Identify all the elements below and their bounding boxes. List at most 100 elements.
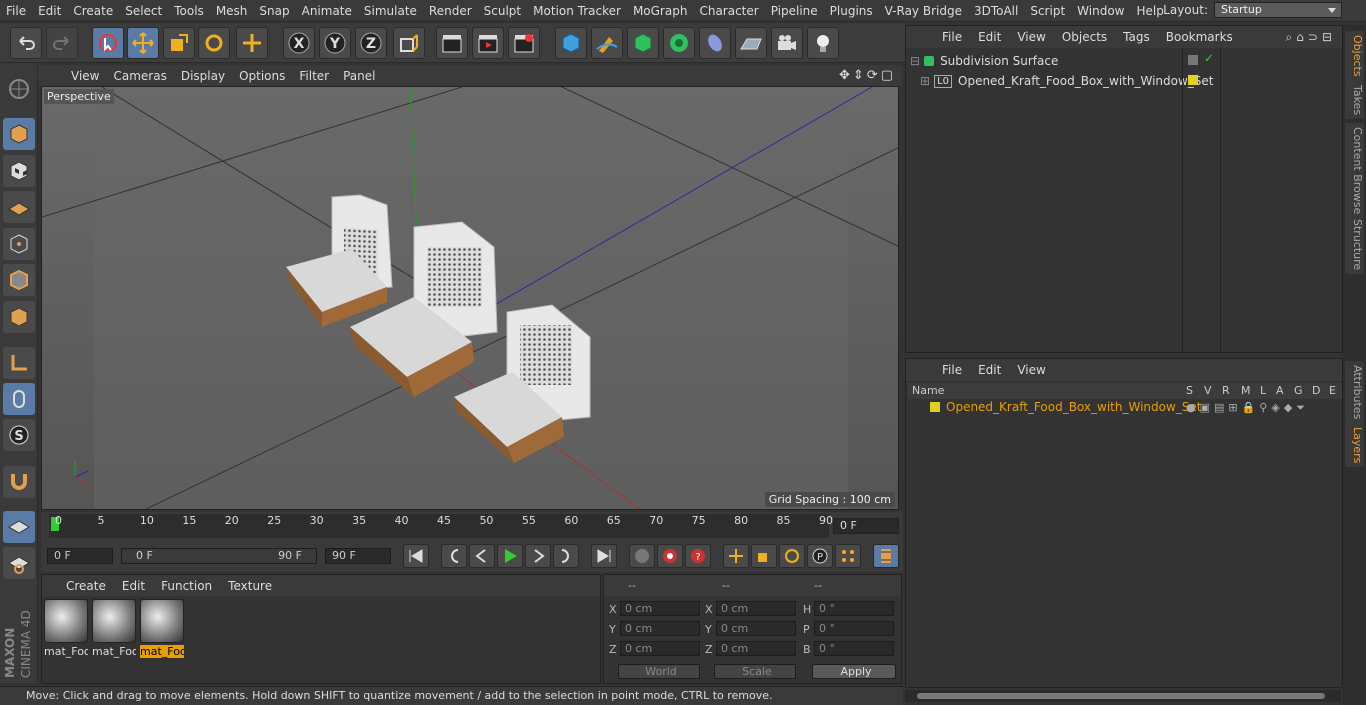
record-active-objects-button[interactable] bbox=[657, 544, 683, 568]
menu-create[interactable]: Create bbox=[67, 0, 119, 22]
render-settings-button[interactable] bbox=[508, 27, 540, 59]
menu-character[interactable]: Character bbox=[693, 0, 764, 22]
menu-motion-tracker[interactable]: Motion Tracker bbox=[527, 0, 627, 22]
layer-col-animation[interactable]: A bbox=[1276, 384, 1284, 397]
menu-window[interactable]: Window bbox=[1071, 0, 1130, 22]
edges-mode-button[interactable] bbox=[3, 264, 35, 296]
end-frame-field[interactable]: 90 F bbox=[325, 548, 391, 564]
move-tool-button[interactable] bbox=[127, 27, 159, 59]
coordinate-system-button[interactable] bbox=[393, 27, 425, 59]
material-swatch[interactable]: mat_Foo bbox=[92, 599, 136, 659]
objects-menu-view[interactable]: View bbox=[1009, 30, 1053, 44]
menu-mograph[interactable]: MoGraph bbox=[627, 0, 694, 22]
previous-frame-button[interactable] bbox=[469, 544, 495, 568]
layer-col-render[interactable]: R bbox=[1222, 384, 1230, 397]
layer-col-manager[interactable]: M bbox=[1241, 384, 1251, 397]
tab-objects[interactable]: Objects bbox=[1345, 31, 1364, 81]
axis-mode-button[interactable] bbox=[3, 347, 35, 379]
cube-object-button[interactable] bbox=[555, 27, 587, 59]
tree-collapse-icon[interactable]: ⊟ bbox=[910, 54, 920, 68]
undo-button[interactable] bbox=[10, 27, 42, 59]
timeline-ruler[interactable]: 0 5 10 15 20 25 30 35 40 45 50 55 60 65 70 75 80 85 90 bbox=[49, 514, 833, 538]
live-selection-button[interactable] bbox=[92, 27, 124, 59]
tab-content-browser[interactable]: Content Browser bbox=[1345, 123, 1364, 223]
viewport-menu-view[interactable]: View bbox=[64, 69, 106, 83]
camera-object-button[interactable] bbox=[771, 27, 803, 59]
workplane-lock-button[interactable] bbox=[3, 511, 35, 543]
layer-col-expressions[interactable]: E bbox=[1329, 384, 1336, 397]
layers-menu-view[interactable]: View bbox=[1009, 363, 1053, 377]
menu-animate[interactable]: Animate bbox=[296, 0, 358, 22]
render-picture-viewer-button[interactable] bbox=[472, 27, 504, 59]
menu-select[interactable]: Select bbox=[119, 0, 168, 22]
world-dropdown[interactable]: World bbox=[618, 664, 700, 679]
tab-layers[interactable]: Layers bbox=[1345, 423, 1364, 468]
layers-menu-edit[interactable]: Edit bbox=[970, 363, 1009, 377]
menu-edit[interactable]: Edit bbox=[32, 0, 67, 22]
menu-tools[interactable]: Tools bbox=[168, 0, 210, 22]
key-scale-button[interactable] bbox=[751, 544, 777, 568]
objects-menu-tags[interactable]: Tags bbox=[1115, 30, 1158, 44]
layer-col-solo[interactable]: S bbox=[1186, 384, 1193, 397]
object-manager-tools-icons[interactable]: ⌕⌂⊃⊟ bbox=[1286, 30, 1336, 45]
layer-swatch-icon[interactable] bbox=[1188, 55, 1198, 65]
transform-tool-button[interactable] bbox=[236, 27, 268, 59]
layout-dropdown[interactable]: Startup bbox=[1214, 2, 1342, 18]
object-row-subdivision[interactable]: ⊟ Subdivision Surface bbox=[910, 52, 1058, 70]
workplane-mode-button[interactable] bbox=[3, 191, 35, 223]
menu-render[interactable]: Render bbox=[423, 0, 478, 22]
menu-sculpt[interactable]: Sculpt bbox=[478, 0, 527, 22]
rotate-tool-button[interactable] bbox=[198, 27, 230, 59]
menu-script[interactable]: Script bbox=[1024, 0, 1071, 22]
size-y-field[interactable]: 0 cm bbox=[716, 621, 796, 636]
material-menu-create[interactable]: Create bbox=[58, 579, 114, 593]
menu-pipeline[interactable]: Pipeline bbox=[765, 0, 824, 22]
scale-dropdown[interactable]: Scale bbox=[714, 664, 796, 679]
layer-color-icon[interactable] bbox=[1188, 75, 1198, 85]
rotation-h-field[interactable]: 0 ° bbox=[814, 601, 894, 616]
layer-horizontal-scrollbar[interactable] bbox=[905, 690, 1341, 702]
texture-mode-button[interactable] bbox=[3, 155, 35, 187]
scale-tool-button[interactable] bbox=[163, 27, 195, 59]
subdivision-button[interactable] bbox=[627, 27, 659, 59]
position-y-field[interactable]: 0 cm bbox=[620, 621, 700, 636]
mograph-cloner-button[interactable] bbox=[663, 27, 695, 59]
go-to-end-button[interactable] bbox=[591, 544, 617, 568]
tweak-mode-button[interactable] bbox=[3, 383, 35, 415]
deformer-button[interactable] bbox=[699, 27, 731, 59]
key-position-button[interactable] bbox=[723, 544, 749, 568]
object-name[interactable]: Subdivision Surface bbox=[940, 54, 1058, 68]
viewport-navigation-icons[interactable]: ✥⇕⟳▢ bbox=[839, 68, 896, 83]
solo-mode-button[interactable]: S bbox=[3, 419, 35, 451]
pen-spline-button[interactable] bbox=[591, 27, 623, 59]
render-view-button[interactable] bbox=[436, 27, 468, 59]
layer-row[interactable]: Opened_Kraft_Food_Box_with_Window_Set bbox=[930, 400, 1202, 414]
viewport-menu-options[interactable]: Options bbox=[232, 69, 292, 83]
key-rotation-button[interactable] bbox=[779, 544, 805, 568]
material-menu-texture[interactable]: Texture bbox=[220, 579, 280, 593]
viewport-menu-filter[interactable]: Filter bbox=[292, 69, 336, 83]
viewport-menu-cameras[interactable]: Cameras bbox=[106, 69, 173, 83]
perspective-viewport[interactable]: Perspective Grid Spacing : 100 cm bbox=[41, 86, 899, 510]
objects-menu-edit[interactable]: Edit bbox=[970, 30, 1009, 44]
objects-menu-bookmarks[interactable]: Bookmarks bbox=[1158, 30, 1241, 44]
layer-col-generators[interactable]: G bbox=[1294, 384, 1303, 397]
key-pla-button[interactable] bbox=[835, 544, 861, 568]
model-mode-button[interactable] bbox=[3, 118, 35, 150]
material-swatch[interactable]: mat_Foo bbox=[44, 599, 88, 659]
light-object-button[interactable] bbox=[807, 27, 839, 59]
rotation-p-field[interactable]: 0 ° bbox=[814, 621, 894, 636]
start-frame-field[interactable]: 0 F bbox=[47, 548, 113, 564]
viewport-menu-panel[interactable]: Panel bbox=[336, 69, 382, 83]
material-menu-edit[interactable]: Edit bbox=[114, 579, 153, 593]
timeline-window-button[interactable] bbox=[873, 544, 899, 568]
tab-takes[interactable]: Takes bbox=[1345, 81, 1364, 120]
size-x-field[interactable]: 0 cm bbox=[716, 601, 796, 616]
material-swatch[interactable]: mat_Foo bbox=[140, 599, 184, 659]
key-parameter-button[interactable]: P bbox=[807, 544, 833, 568]
tab-attributes[interactable]: Attributes bbox=[1345, 361, 1364, 424]
menu-3dtoall[interactable]: 3DToAll bbox=[968, 0, 1024, 22]
z-axis-button[interactable]: Z bbox=[355, 27, 387, 59]
layers-menu-file[interactable]: File bbox=[934, 363, 970, 377]
objects-menu-objects[interactable]: Objects bbox=[1054, 30, 1115, 44]
